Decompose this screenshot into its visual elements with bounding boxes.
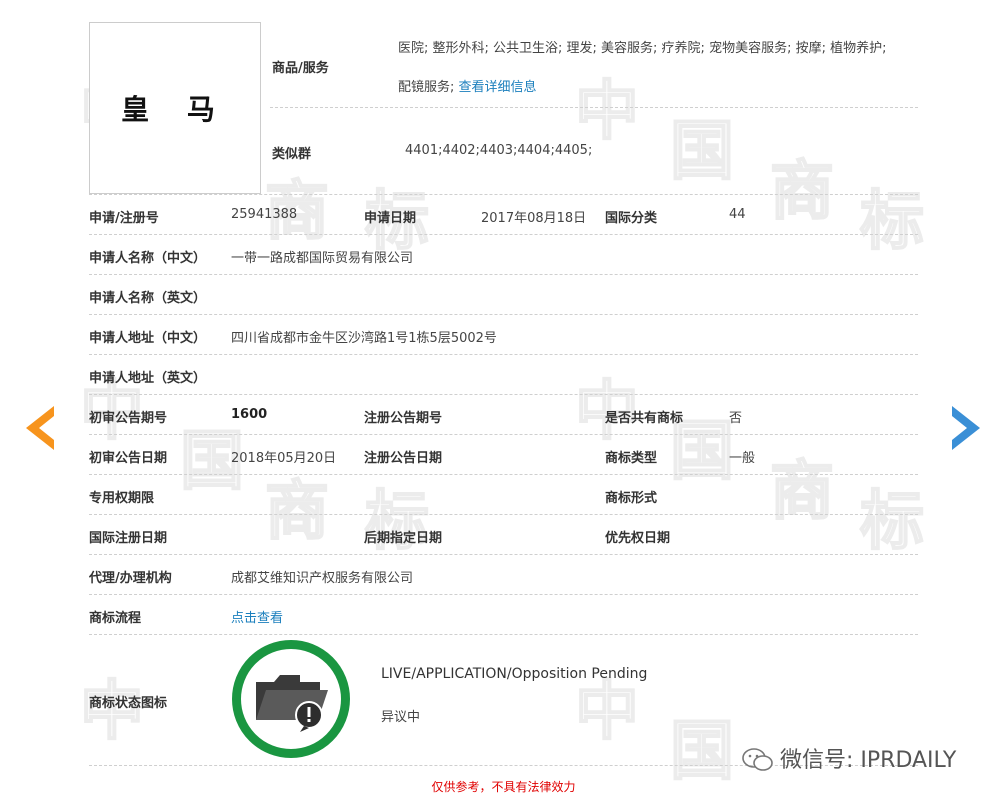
wechat-icon — [742, 748, 773, 771]
wechat-account-text: 微信号: IPRDAILY — [780, 748, 957, 773]
tm-form-label: 商标形式 — [605, 491, 658, 506]
agent-label: 代理/办理机构 — [89, 571, 172, 586]
applicant-cn-label: 申请人名称（中文） — [89, 251, 207, 266]
shared-label: 是否共有商标 — [605, 411, 684, 426]
goods-services-text-tail: 配镜服务; — [398, 80, 455, 95]
status-icon-label: 商标状态图标 — [89, 696, 168, 711]
reg-issue-label: 注册公告期号 — [364, 411, 443, 426]
next-arrow-icon[interactable] — [950, 404, 984, 452]
divider — [89, 474, 918, 475]
applicant-cn-value: 一带一路成都国际贸易有限公司 — [231, 251, 414, 266]
previous-arrow-icon[interactable] — [22, 404, 56, 452]
divider — [89, 514, 918, 515]
trademark-image: 皇 马 — [89, 22, 261, 194]
divider — [89, 234, 918, 235]
disclaimer: 仅供参考，不具有法律效力 — [431, 780, 576, 794]
opposition-folder-icon — [256, 675, 328, 732]
reg-no-value: 25941388 — [231, 207, 298, 222]
prelim-issue-value: 1600 — [231, 407, 268, 422]
divider — [89, 194, 918, 195]
app-date-label: 申请日期 — [364, 211, 417, 226]
intl-class-label: 国际分类 — [605, 211, 658, 226]
exclusive-period-label: 专用权期限 — [89, 491, 155, 506]
divider — [89, 554, 918, 555]
view-details-link[interactable]: 查看详细信息 — [459, 80, 537, 95]
reg-date-label: 注册公告日期 — [364, 451, 443, 466]
address-cn-value: 四川省成都市金牛区沙湾路1号1栋5层5002号 — [231, 331, 497, 346]
later-designation-label: 后期指定日期 — [364, 531, 443, 546]
process-label: 商标流程 — [89, 611, 142, 626]
process-link[interactable]: 点击查看 — [231, 607, 283, 626]
shared-value: 否 — [729, 411, 743, 426]
divider — [89, 594, 918, 595]
tm-type-label: 商标类型 — [605, 451, 658, 466]
intl-reg-date-label: 国际注册日期 — [89, 531, 168, 546]
goods-services-text: 医院; 整形外科; 公共卫生浴; 理发; 美容服务; 疗养院; 宠物美容服务; … — [398, 41, 887, 56]
reg-no-label: 申请/注册号 — [89, 211, 159, 226]
address-en-label: 申请人地址（英文） — [89, 371, 207, 386]
address-cn-label: 申请人地址（中文） — [89, 331, 207, 346]
goods-services-text-continued: 配镜服务; 查看详细信息 — [398, 76, 537, 95]
agent-value: 成都艾维知识产权服务有限公司 — [231, 571, 414, 586]
trademark-name: 皇 马 — [121, 93, 229, 126]
applicant-en-label: 申请人名称（英文） — [89, 291, 207, 306]
divider — [89, 634, 918, 635]
status-en: LIVE/APPLICATION/Opposition Pending — [381, 666, 648, 682]
divider — [89, 274, 918, 275]
similar-group-label: 类似群 — [272, 147, 312, 162]
divider — [89, 354, 918, 355]
prelim-issue-label: 初审公告期号 — [89, 411, 168, 426]
prelim-date-value: 2018年05月20日 — [231, 451, 337, 466]
trademark-detail-panel: 皇 马 商品/服务 医院; 整形外科; 公共卫生浴; 理发; 美容服务; 疗养院… — [0, 0, 1007, 804]
intl-class-value: 44 — [729, 207, 746, 222]
divider — [89, 394, 918, 395]
priority-date-label: 优先权日期 — [605, 531, 671, 546]
divider — [270, 107, 918, 108]
divider — [89, 434, 918, 435]
prelim-date-label: 初审公告日期 — [89, 451, 168, 466]
divider — [89, 314, 918, 315]
similar-group-value: 4401;4402;4403;4404;4405; — [405, 143, 593, 158]
app-date-value: 2017年08月18日 — [481, 211, 587, 226]
status-cn: 异议中 — [381, 710, 421, 725]
goods-services-label: 商品/服务 — [272, 61, 329, 76]
tm-type-value: 一般 — [729, 451, 756, 466]
